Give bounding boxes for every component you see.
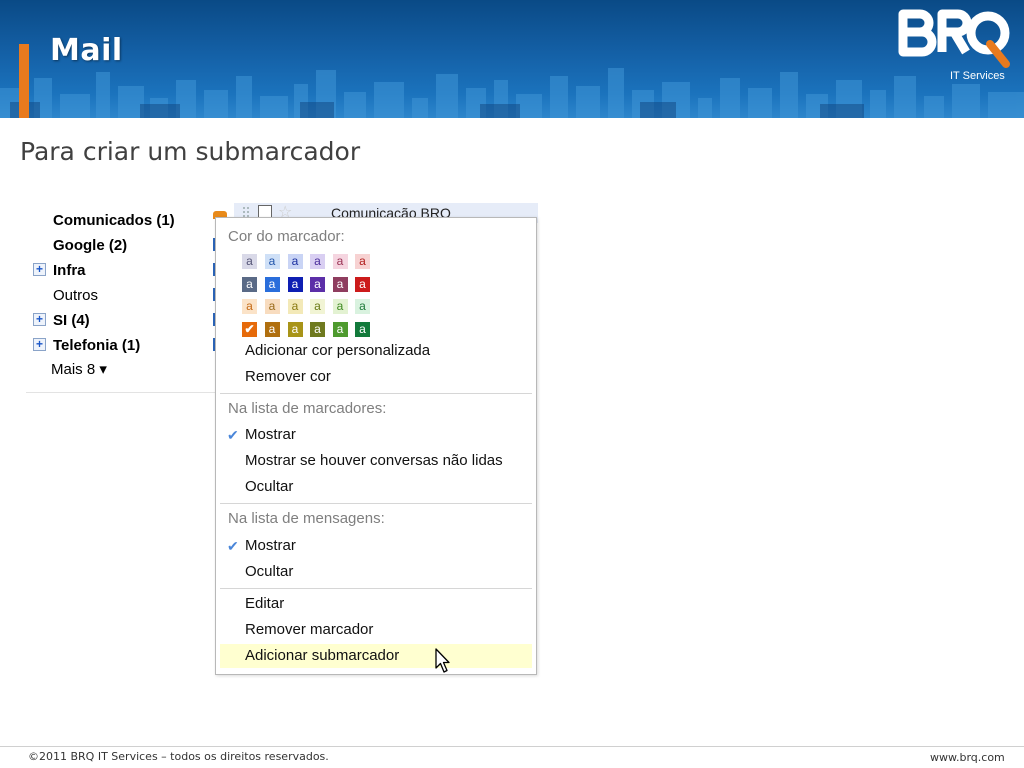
label-list-hide-item[interactable]: Ocultar (220, 475, 532, 499)
slide-title: Mail (50, 33, 123, 68)
city-skyline-decoration (0, 68, 1024, 118)
checkmark-icon: ✔ (227, 427, 239, 443)
color-swatch[interactable]: a (332, 276, 348, 292)
label-name: SI (4) (53, 312, 90, 329)
label-item-comunicados[interactable]: Comunicados (1) (26, 208, 226, 233)
message-list-hide-item[interactable]: Ocultar (220, 560, 532, 584)
color-swatch[interactable]: a (242, 254, 257, 269)
color-swatch[interactable]: a (355, 276, 370, 292)
color-swatch-grid: a a a a a a a a a a a a a a a a a a ✔ a a a a a (242, 254, 382, 344)
message-list-show-item[interactable]: ✔ Mostrar (220, 534, 532, 558)
label-item-infra[interactable]: + Infra (26, 258, 226, 283)
header-banner: Mail IT Services (0, 0, 1024, 118)
color-swatch[interactable]: a (355, 299, 370, 314)
label-item-google[interactable]: Google (2) (26, 233, 226, 258)
brq-logo: IT Services (892, 8, 1012, 88)
edit-label-item[interactable]: Editar (220, 592, 532, 616)
label-name: Comunicados (1) (53, 212, 175, 229)
swatch-row: aaaaaa (242, 299, 382, 322)
color-swatch[interactable]: a (287, 276, 303, 292)
label-list-section-title: Na lista de marcadores: (228, 400, 387, 417)
menu-separator (220, 393, 532, 394)
page-heading: Para criar um submarcador (20, 137, 361, 166)
color-swatch[interactable]: a (264, 276, 280, 292)
label-list-show-item[interactable]: ✔ Mostrar (220, 423, 532, 447)
color-swatch[interactable]: a (310, 299, 325, 314)
color-swatch[interactable]: ✔ (242, 321, 257, 337)
menu-item-label: Mostrar (245, 426, 296, 443)
label-name: Telefonia (1) (53, 337, 141, 354)
swatch-row: aaaaaa (242, 254, 382, 277)
label-name: Outros (53, 287, 99, 304)
color-swatch[interactable]: a (287, 321, 303, 337)
color-swatch[interactable]: a (310, 254, 325, 269)
label-item-si[interactable]: + SI (4) (26, 308, 226, 333)
swatch-row: aaaaaa (242, 276, 382, 300)
label-options-menu: Cor do marcador: a a a a a a a a a a a a a a a a a a ✔ a a a a… (215, 217, 537, 675)
color-swatch[interactable]: a (310, 321, 325, 337)
menu-item-label: Mostrar (245, 537, 296, 554)
checkmark-icon: ✔ (244, 321, 255, 336)
label-name: Google (2) (53, 237, 128, 254)
logo-tagline: IT Services (950, 70, 1005, 82)
expand-icon[interactable]: + (33, 338, 46, 351)
color-swatch[interactable]: a (332, 299, 348, 314)
label-list-divider (26, 392, 215, 393)
color-swatch[interactable]: a (355, 321, 370, 337)
color-swatch[interactable]: a (355, 254, 370, 269)
footer-copyright: ©2011 BRQ IT Services – todos os direito… (28, 750, 329, 763)
color-swatch[interactable]: a (264, 321, 280, 337)
label-color-section-title: Cor do marcador: (228, 228, 345, 245)
color-swatch[interactable]: a (332, 254, 348, 269)
add-custom-color-item[interactable]: Adicionar cor personalizada (220, 339, 532, 363)
mouse-pointer-icon (435, 648, 450, 673)
color-swatch[interactable]: a (287, 299, 303, 314)
expand-icon[interactable]: + (33, 313, 46, 326)
expand-icon[interactable]: + (33, 263, 46, 276)
color-swatch[interactable]: a (264, 299, 280, 314)
remove-label-item[interactable]: Remover marcador (220, 618, 532, 642)
label-item-telefonia[interactable]: + Telefonia (1) (26, 333, 226, 358)
label-item-outros[interactable]: Outros (26, 283, 226, 308)
more-labels-link[interactable]: Mais 8 ▾ (51, 360, 107, 378)
color-swatch[interactable]: a (264, 254, 280, 269)
label-list: Comunicados (1) Google (2) + Infra Outro… (26, 208, 226, 358)
footer-divider (0, 746, 1024, 747)
menu-separator (220, 503, 532, 504)
footer-url: www.brq.com (930, 751, 1005, 764)
label-list-show-unread-item[interactable]: Mostrar se houver conversas não lidas (220, 449, 532, 473)
brq-logo-icon (898, 9, 1010, 68)
remove-color-item[interactable]: Remover cor (220, 365, 532, 389)
color-swatch[interactable]: a (242, 276, 257, 292)
color-swatch[interactable]: a (242, 299, 257, 314)
color-swatch[interactable]: a (310, 276, 325, 292)
label-name: Infra (53, 262, 86, 279)
checkmark-icon: ✔ (227, 538, 239, 554)
add-sublabel-item[interactable]: Adicionar submarcador (220, 644, 532, 668)
title-accent-bar (19, 44, 29, 118)
color-swatch[interactable]: a (332, 321, 348, 337)
message-list-section-title: Na lista de mensagens: (228, 510, 385, 527)
menu-separator (220, 588, 532, 589)
color-swatch[interactable]: a (287, 254, 303, 269)
